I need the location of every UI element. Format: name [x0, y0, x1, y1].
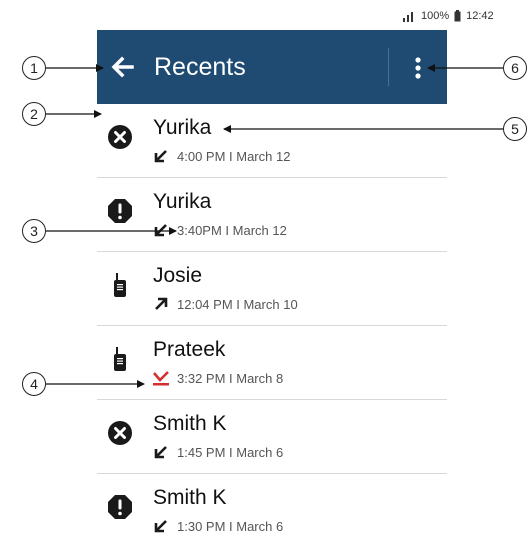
- callout-2: 2: [22, 102, 46, 126]
- callout-6: 6: [503, 56, 527, 80]
- callout-1: 1: [22, 56, 46, 80]
- callout-lines: [46, 64, 503, 388]
- callout-4: 4: [22, 372, 46, 396]
- callout-3: 3: [22, 219, 46, 243]
- callout-5: 5: [503, 117, 527, 141]
